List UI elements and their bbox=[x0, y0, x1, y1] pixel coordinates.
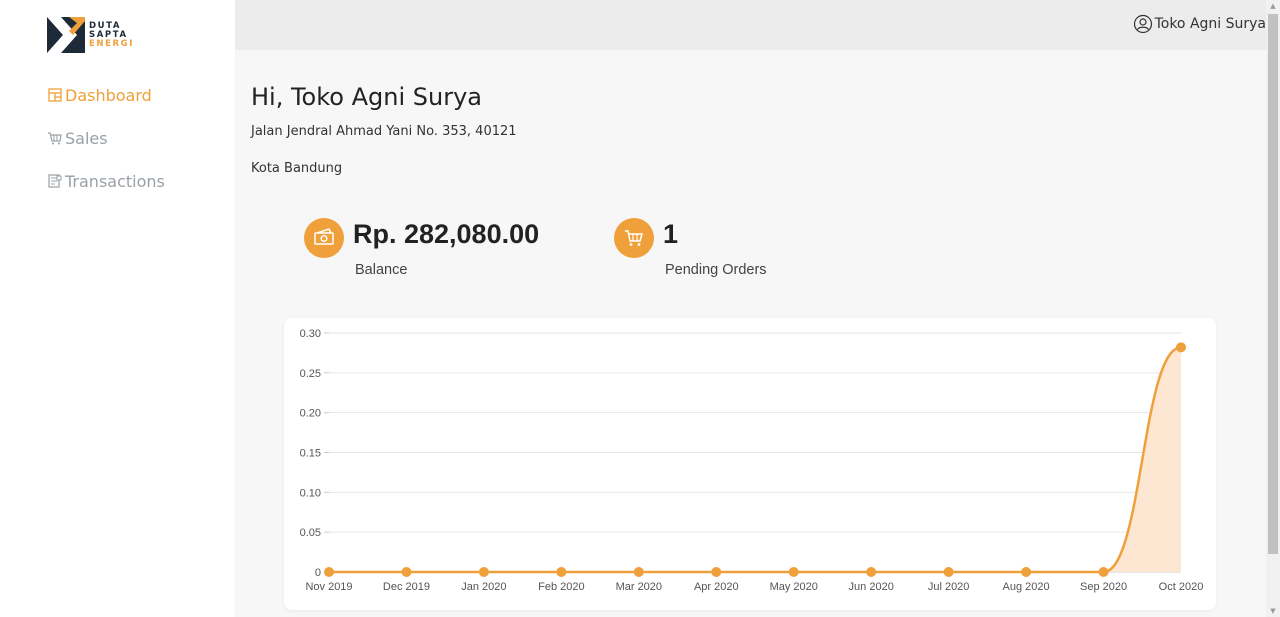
series-area bbox=[329, 347, 1181, 572]
brand-line-3: ENERGI bbox=[89, 38, 135, 49]
sidebar-nav: Dashboard Sales Transactions bbox=[47, 84, 165, 213]
page-scrollbar[interactable]: ▲ ▼ bbox=[1266, 0, 1280, 617]
cart-icon bbox=[614, 218, 654, 258]
balance-label: Balance bbox=[355, 262, 408, 278]
x-tick-label: Sep 2020 bbox=[1080, 581, 1127, 593]
x-tick-label: Aug 2020 bbox=[1003, 581, 1050, 593]
data-point bbox=[1021, 567, 1032, 577]
sidebar-item-label: Sales bbox=[65, 128, 108, 148]
y-tick-label: 0.20 bbox=[300, 408, 321, 420]
data-point bbox=[478, 567, 489, 577]
data-point bbox=[1176, 342, 1186, 353]
pending-orders-label: Pending Orders bbox=[665, 262, 767, 278]
scroll-up-icon[interactable]: ▲ bbox=[1269, 2, 1277, 10]
x-tick-label: Oct 2020 bbox=[1159, 581, 1204, 593]
sidebar-item-dashboard[interactable]: Dashboard bbox=[47, 84, 165, 106]
cart-icon bbox=[48, 132, 62, 145]
scroll-thumb[interactable] bbox=[1268, 14, 1278, 554]
y-tick-label: 0.25 bbox=[300, 368, 321, 380]
user-circle-icon bbox=[1133, 14, 1152, 34]
store-address: Jalan Jendral Ahmad Yani No. 353, 40121 bbox=[251, 124, 517, 139]
top-bar: Toko Agni Surya bbox=[235, 0, 1266, 50]
balance-chart-card: 0 0.05 0.10 0.15 0.20 0.25 0.30 Nov 2019 Dec 201… bbox=[284, 318, 1216, 610]
y-tick-label: 0.30 bbox=[300, 328, 321, 340]
data-point bbox=[711, 567, 722, 577]
y-tick-label: 0 bbox=[315, 567, 321, 579]
sidebar-item-sales[interactable]: Sales bbox=[47, 127, 165, 149]
dashboard-icon bbox=[48, 88, 62, 102]
y-tick-label: 0.15 bbox=[300, 448, 321, 460]
data-point bbox=[401, 567, 412, 577]
pending-orders-value: 1 bbox=[663, 219, 679, 249]
x-tick-label: Jun 2020 bbox=[849, 581, 894, 593]
data-point bbox=[324, 567, 334, 577]
x-tick-label: Jul 2020 bbox=[928, 581, 970, 593]
y-tick-label: 0.10 bbox=[300, 487, 321, 499]
user-menu[interactable]: Toko Agni Surya bbox=[1133, 14, 1266, 34]
x-tick-label: Nov 2019 bbox=[305, 581, 352, 593]
x-tick-label: Jan 2020 bbox=[461, 581, 506, 593]
x-tick-label: May 2020 bbox=[770, 581, 818, 593]
data-point bbox=[788, 567, 799, 577]
x-tick-label: Mar 2020 bbox=[616, 581, 662, 593]
series-line bbox=[329, 346, 1182, 574]
page-title: Hi, Toko Agni Surya bbox=[251, 83, 482, 111]
store-city: Kota Bandung bbox=[251, 161, 343, 176]
sidebar-item-transactions[interactable]: Transactions bbox=[47, 170, 165, 192]
balance-value: Rp. 282,080.00 bbox=[353, 219, 540, 249]
x-tick-label: Dec 2019 bbox=[383, 581, 430, 593]
data-point bbox=[1098, 567, 1109, 577]
user-name: Toko Agni Surya bbox=[1154, 16, 1266, 32]
receipt-icon bbox=[48, 174, 62, 188]
data-point bbox=[866, 567, 877, 577]
logo-mark-icon bbox=[47, 17, 85, 53]
sidebar: DUTA SAPTA ENERGI Dashboard Sales Transa… bbox=[0, 0, 235, 617]
sidebar-item-label: Dashboard bbox=[65, 85, 152, 105]
data-point bbox=[556, 567, 567, 577]
data-point bbox=[943, 567, 954, 577]
money-icon bbox=[304, 218, 344, 258]
x-tick-label: Feb 2020 bbox=[538, 581, 584, 593]
brand-logo[interactable]: DUTA SAPTA ENERGI bbox=[47, 17, 134, 53]
x-tick-label: Apr 2020 bbox=[694, 581, 739, 593]
data-point bbox=[633, 567, 644, 577]
scroll-down-icon[interactable]: ▼ bbox=[1269, 607, 1277, 615]
sidebar-item-label: Transactions bbox=[65, 171, 165, 191]
y-tick-label: 0.05 bbox=[300, 527, 321, 539]
brand-text: DUTA SAPTA ENERGI bbox=[89, 21, 135, 49]
balance-chart: 0 0.05 0.10 0.15 0.20 0.25 0.30 Nov 2019 Dec 201… bbox=[300, 328, 1204, 593]
